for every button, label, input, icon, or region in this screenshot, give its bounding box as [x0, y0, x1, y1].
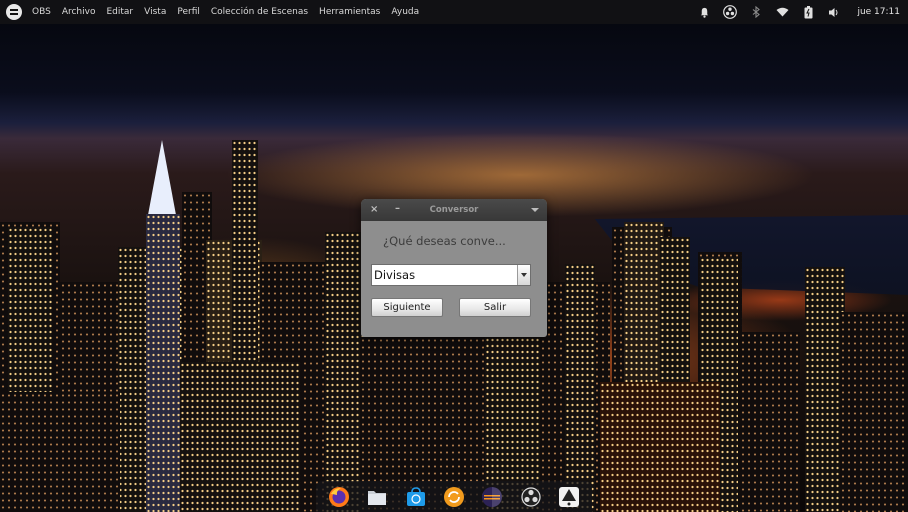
dock-app-firefox[interactable] — [328, 486, 350, 508]
software-updater-icon — [443, 486, 464, 507]
question-label: ¿Qué deseas conve... — [383, 234, 506, 248]
dock-app-obs[interactable] — [520, 486, 542, 512]
window-menu-chevron-down-icon[interactable] — [531, 208, 539, 212]
dock-app-updater[interactable] — [443, 486, 465, 508]
battery-icon[interactable] — [801, 5, 815, 19]
files-icon — [368, 490, 387, 505]
window-titlebar[interactable]: × – Conversor — [361, 199, 547, 221]
menu-editar[interactable]: Editar — [106, 7, 133, 17]
clock[interactable]: jue 17:11 — [857, 7, 900, 17]
conversor-window: × – Conversor ¿Qué deseas conve... Divis… — [361, 199, 547, 337]
menu-obs[interactable]: OBS — [32, 7, 51, 17]
wifi-icon[interactable] — [775, 5, 789, 19]
inkscape-icon — [558, 486, 579, 507]
select-dropdown-button[interactable] — [517, 265, 530, 285]
chevron-down-icon — [521, 273, 527, 277]
bluetooth-icon[interactable] — [749, 5, 763, 19]
software-store-icon — [406, 486, 425, 506]
dock-app-files[interactable] — [366, 486, 388, 508]
dock-app-eclipse[interactable] — [481, 486, 503, 508]
conversion-type-select[interactable]: Divisas — [371, 264, 531, 286]
obs-studio-icon — [520, 486, 541, 507]
menu-herramientas[interactable]: Herramientas — [319, 7, 380, 17]
volume-icon[interactable] — [827, 5, 841, 19]
menu-archivo[interactable]: Archivo — [62, 7, 96, 17]
top-panel: OBS Archivo Editar Vista Perfil Colecció… — [0, 0, 908, 24]
system-tray: jue 17:11 — [691, 0, 908, 24]
menu-coleccion-escenas[interactable]: Colección de Escenas — [211, 7, 308, 17]
menu-perfil[interactable]: Perfil — [177, 7, 200, 17]
window-title: Conversor — [429, 205, 479, 215]
exit-button[interactable]: Salir — [459, 298, 531, 317]
dock — [316, 481, 592, 512]
dock-app-software[interactable] — [405, 486, 427, 508]
eclipse-icon — [482, 486, 503, 507]
zorin-menu-icon[interactable] — [6, 4, 22, 20]
menu-vista[interactable]: Vista — [144, 7, 166, 17]
select-value: Divisas — [374, 268, 416, 282]
menu-ayuda[interactable]: Ayuda — [391, 7, 419, 17]
obs-studio-icon[interactable] — [723, 5, 738, 19]
firefox-icon — [329, 486, 350, 507]
next-button[interactable]: Siguiente — [371, 298, 443, 317]
dock-app-inkscape[interactable] — [558, 486, 580, 508]
notification-bell-icon[interactable] — [697, 5, 711, 19]
